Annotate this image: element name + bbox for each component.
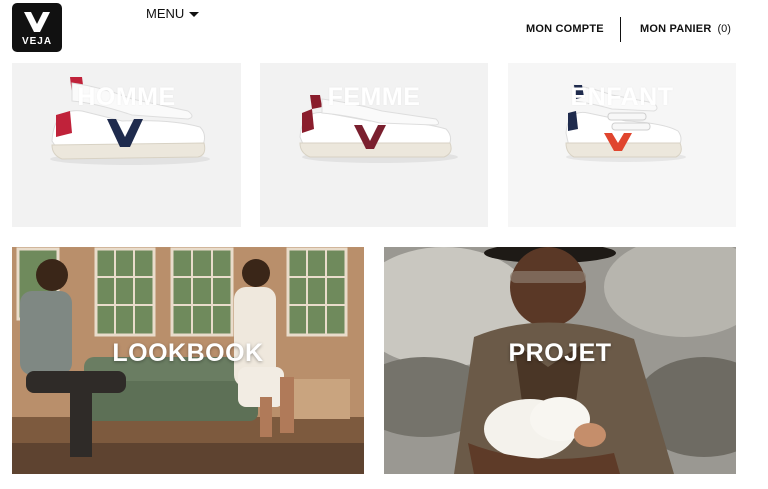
category-card-enfant[interactable]: ENFANT (508, 63, 736, 227)
veja-logo[interactable]: VEJA (12, 3, 62, 52)
cart-label: MON PANIER (640, 23, 712, 35)
feature-title: LOOKBOOK (112, 339, 264, 367)
category-title: FEMME (327, 83, 421, 111)
logo-text: VEJA (21, 36, 53, 47)
feature-title: PROJET (508, 339, 612, 367)
lookbook-banner[interactable]: LOOKBOOK (12, 247, 364, 474)
header-divider (620, 17, 621, 42)
menu-label: MENU (146, 6, 185, 21)
account-link[interactable]: MON COMPTE (526, 23, 604, 35)
cart-count: (0) (717, 23, 731, 35)
veja-logo-icon (24, 12, 50, 32)
category-card-femme[interactable]: FEMME (260, 63, 488, 227)
menu-button[interactable]: MENU (146, 6, 200, 21)
chevron-down-icon (189, 12, 200, 18)
projet-banner[interactable]: PROJET (384, 247, 736, 474)
category-card-homme[interactable]: HOMME (12, 63, 241, 227)
category-title: ENFANT (570, 83, 674, 111)
category-title: HOMME (77, 83, 176, 111)
cart-link[interactable]: MON PANIER (0) (640, 23, 731, 35)
site-header: VEJA MENU MON COMPTE MON PANIER (0) (0, 0, 768, 60)
